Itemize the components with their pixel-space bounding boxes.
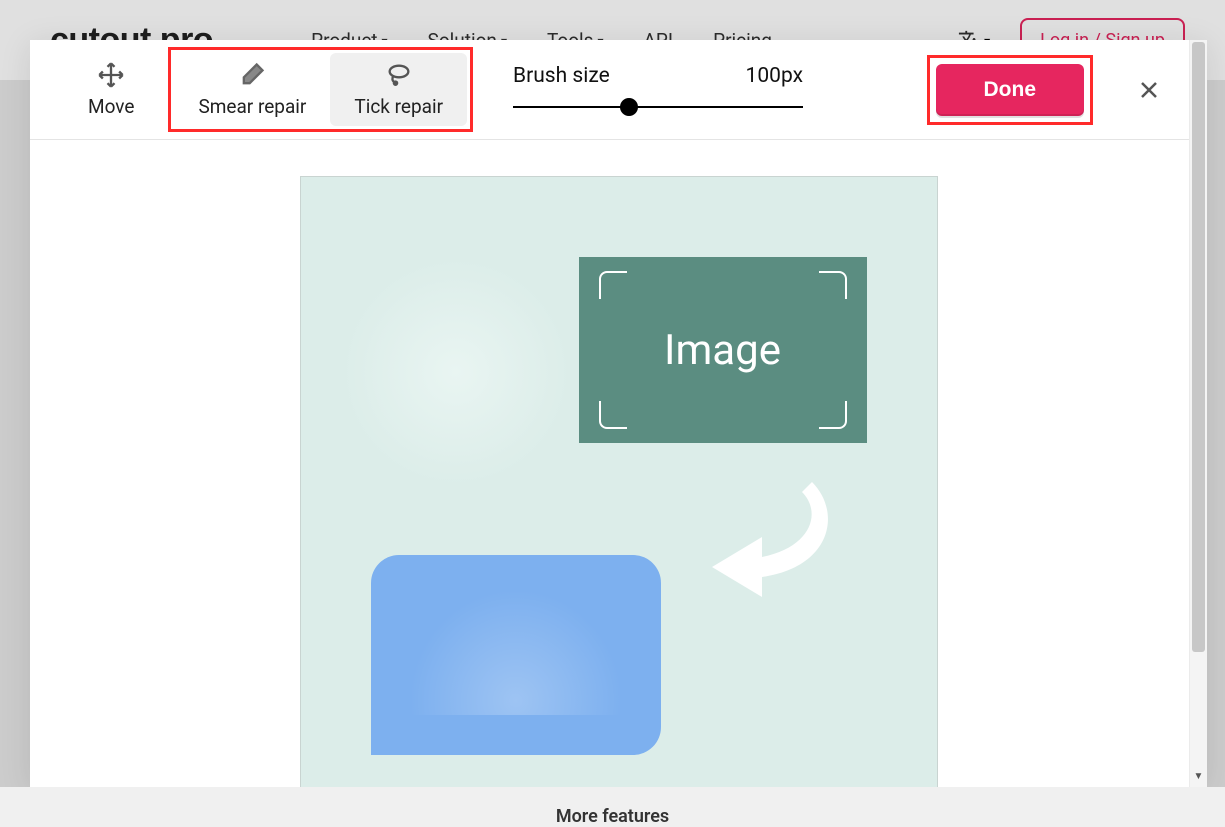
brush-size-control: Brush size 100px: [513, 64, 803, 116]
more-features-peek[interactable]: More features: [0, 787, 1225, 827]
done-button[interactable]: Done: [936, 64, 1085, 116]
brush-size-value: 100px: [746, 64, 803, 88]
curved-arrow-icon: [692, 477, 832, 597]
smear-repair-label: Smear repair: [198, 95, 306, 118]
scroll-down-icon[interactable]: ▼: [1190, 771, 1207, 787]
repair-tool-group: Smear repair Tick repair: [168, 47, 473, 132]
editor-modal: Move Smear repair Tick repair Brush size…: [30, 40, 1207, 787]
editor-toolbar: Move Smear repair Tick repair Brush size…: [30, 40, 1189, 140]
close-button[interactable]: [1129, 70, 1169, 110]
slider-thumb[interactable]: [620, 98, 638, 116]
tick-repair-label: Tick repair: [354, 95, 443, 118]
crop-corner-icon: [599, 271, 627, 299]
crop-corner-icon: [819, 401, 847, 429]
image-placeholder-block: Image: [579, 257, 867, 443]
eraser-icon: [238, 61, 266, 89]
modal-scrollbar[interactable]: ▲ ▼: [1189, 40, 1207, 787]
crop-corner-icon: [819, 271, 847, 299]
brush-size-label: Brush size: [513, 64, 610, 88]
brush-size-slider[interactable]: [513, 98, 803, 116]
speech-bubble-shape: [371, 555, 661, 755]
move-tool-label: Move: [88, 95, 134, 118]
image-placeholder-text: Image: [664, 326, 781, 375]
canvas-area: Image: [30, 140, 1207, 787]
close-icon: [1137, 78, 1161, 102]
editing-canvas[interactable]: Image: [300, 176, 938, 787]
done-highlight: Done: [927, 55, 1094, 125]
tick-repair-tool[interactable]: Tick repair: [330, 53, 467, 126]
move-icon: [97, 61, 125, 89]
lasso-icon: [385, 61, 413, 89]
smear-repair-tool[interactable]: Smear repair: [174, 53, 330, 126]
erased-region-ghost: [341, 257, 571, 487]
scrollbar-thumb[interactable]: [1192, 42, 1205, 652]
move-tool[interactable]: Move: [70, 51, 152, 128]
crop-corner-icon: [599, 401, 627, 429]
slider-track: [513, 106, 803, 108]
